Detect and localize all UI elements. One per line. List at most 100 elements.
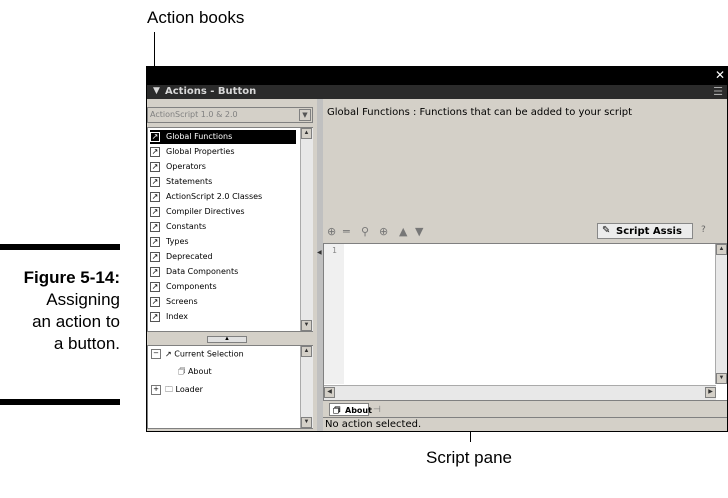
book-icon: ↗ <box>150 132 160 142</box>
book-item[interactable]: ↗ ActionScript 2.0 Classes <box>150 190 296 204</box>
book-label: Data Components <box>166 267 239 276</box>
panel-title: Actions - Button <box>165 86 257 97</box>
tab-about[interactable]: 🗇 About <box>329 403 372 416</box>
scroll-up-arrow-icon[interactable]: ▲ <box>301 128 312 139</box>
pane-divider[interactable]: ▲ <box>147 335 313 345</box>
script-tabs: 🗇 About ⊣ <box>323 403 727 417</box>
close-icon[interactable]: ✕ <box>715 68 725 82</box>
book-icon: ↗ <box>150 312 160 322</box>
book-icon: ↗ <box>150 252 160 262</box>
book-label: Global Functions <box>166 132 233 141</box>
collapse-toggle-icon[interactable]: ▲ <box>207 336 247 343</box>
book-label: ActionScript 2.0 Classes <box>166 192 263 201</box>
callout-action-books: Action books <box>147 8 245 27</box>
book-icon: ↗ <box>150 282 160 292</box>
book-label: Statements <box>166 177 213 186</box>
book-item[interactable]: ↗ Data Components <box>150 265 296 279</box>
book-label: Screens <box>166 297 198 306</box>
book-item[interactable]: ↗ Compiler Directives <box>150 205 296 219</box>
navigator-label: Loader <box>175 385 203 394</box>
pin-script-icon[interactable]: ⊣ <box>373 404 381 415</box>
book-label: Constants <box>166 222 207 231</box>
status-bar: No action selected. <box>323 417 727 431</box>
navigator-scrollbar[interactable]: ▲ ▼ <box>300 346 313 428</box>
script-assist-label: Script Assis <box>616 226 682 237</box>
scroll-up-arrow-icon[interactable]: ▲ <box>301 346 312 357</box>
dropdown-arrow-icon[interactable]: ▼ <box>299 109 311 121</box>
caption-bottom-rule <box>0 399 120 405</box>
book-icon: ↗ <box>150 237 160 247</box>
delete-item-icon[interactable]: ═ <box>343 225 350 238</box>
navigator-label: Current Selection <box>174 349 244 359</box>
actions-panel-header[interactable]: ▼ Actions - Button ☰ <box>147 85 727 99</box>
collapse-arrow-icon[interactable]: ▼ <box>153 86 160 96</box>
script-assist-button[interactable]: ✎ Script Assis <box>597 223 693 239</box>
actions-window: ✕ ▼ Actions - Button ☰ ActionScript 1.0 … <box>146 66 728 432</box>
caption-title: Figure 5-14: <box>23 268 120 287</box>
language-version-select[interactable]: ActionScript 1.0 & 2.0 ▼ <box>147 107 313 123</box>
scroll-down-arrow-icon[interactable]: ▼ <box>301 417 312 428</box>
callout-script-pane: Script pane <box>426 448 512 467</box>
scene-icon: 🗀 <box>165 385 176 394</box>
book-item[interactable]: ↗ Types <box>150 235 296 249</box>
status-text: No action selected. <box>325 419 422 430</box>
scroll-up-arrow-icon[interactable]: ▲ <box>716 244 727 255</box>
book-item[interactable]: ↗ Global Properties <box>150 145 296 159</box>
book-icon: ↗ <box>150 147 160 157</box>
script-vertical-scrollbar[interactable]: ▲ ▼ <box>715 244 727 384</box>
book-label: Components <box>166 282 217 291</box>
scroll-down-arrow-icon[interactable]: ▼ <box>301 320 312 331</box>
language-version-value: ActionScript 1.0 & 2.0 <box>150 110 238 119</box>
book-label: Compiler Directives <box>166 207 245 216</box>
scroll-left-arrow-icon[interactable]: ◀ <box>324 387 335 398</box>
book-item[interactable]: ↗ Constants <box>150 220 296 234</box>
book-label: Global Properties <box>166 147 235 156</box>
move-down-icon[interactable]: ▼ <box>415 225 423 238</box>
collapse-minus-icon[interactable]: − <box>151 349 161 359</box>
script-area: Global Functions : Functions that can be… <box>323 99 727 431</box>
book-description: Global Functions : Functions that can be… <box>327 107 633 118</box>
panel-options-menu-icon[interactable]: ☰ <box>713 85 723 98</box>
books-scrollbar[interactable]: ▲ ▼ <box>300 128 313 331</box>
book-icon: ↗ <box>165 349 175 359</box>
button-symbol-icon: 🗇 <box>178 367 188 376</box>
book-label: Types <box>166 237 189 246</box>
scroll-right-arrow-icon[interactable]: ▶ <box>705 387 716 398</box>
book-item[interactable]: ↗ Screens <box>150 295 296 309</box>
script-pane[interactable]: 1 ▲ ▼ ◀ ▶ <box>323 243 727 401</box>
target-path-icon[interactable]: ⊕ <box>379 225 388 238</box>
caption-line-3: a button. <box>53 334 120 353</box>
expand-plus-icon[interactable]: + <box>151 384 161 395</box>
scroll-down-arrow-icon[interactable]: ▼ <box>716 373 727 384</box>
book-label: Operators <box>166 162 206 171</box>
navigator-item-about[interactable]: 🗇 About <box>178 366 212 380</box>
book-item[interactable]: ↗ Deprecated <box>150 250 296 264</box>
caption-line-1: Assigning <box>46 290 120 309</box>
window-titlebar[interactable]: ✕ <box>147 67 727 85</box>
action-books-list: ↗ Global Functions ↗ Global Properties ↗… <box>147 127 313 332</box>
add-item-icon[interactable]: ⊕ <box>327 225 336 238</box>
book-item[interactable]: ↗ Index <box>150 310 296 324</box>
help-icon[interactable]: ? <box>701 225 706 235</box>
book-icon: ↗ <box>150 222 160 232</box>
find-icon[interactable]: ⚲ <box>361 225 369 238</box>
book-icon: ↗ <box>150 207 160 217</box>
line-number: 1 <box>332 246 337 255</box>
wand-icon: ✎ <box>602 225 611 236</box>
script-toolbar: ⊕ ═ ⚲ ⊕ ▲ ▼ ✎ Script Assis ? <box>323 223 727 241</box>
move-up-icon[interactable]: ▲ <box>399 225 407 238</box>
book-item[interactable]: ↗ Global Functions <box>150 130 296 144</box>
book-item[interactable]: ↗ Components <box>150 280 296 294</box>
navigator-item-loader[interactable]: + 🗀 Loader <box>151 384 203 398</box>
book-item[interactable]: ↗ Statements <box>150 175 296 189</box>
script-navigator: − ↗ Current Selection 🗇 About + 🗀 Loader ▲… <box>147 345 313 429</box>
caption-line-2: an action to <box>32 312 120 331</box>
book-item[interactable]: ↗ Operators <box>150 160 296 174</box>
caption-top-rule <box>0 244 120 250</box>
script-horizontal-scrollbar[interactable]: ◀ ▶ <box>324 385 716 400</box>
collapse-left-arrow-icon[interactable]: ◀ <box>317 249 322 256</box>
line-number-gutter: 1 <box>324 244 344 384</box>
book-label: Deprecated <box>166 252 213 261</box>
book-label: Index <box>166 312 189 321</box>
navigator-item-current-selection[interactable]: − ↗ Current Selection <box>151 349 244 359</box>
